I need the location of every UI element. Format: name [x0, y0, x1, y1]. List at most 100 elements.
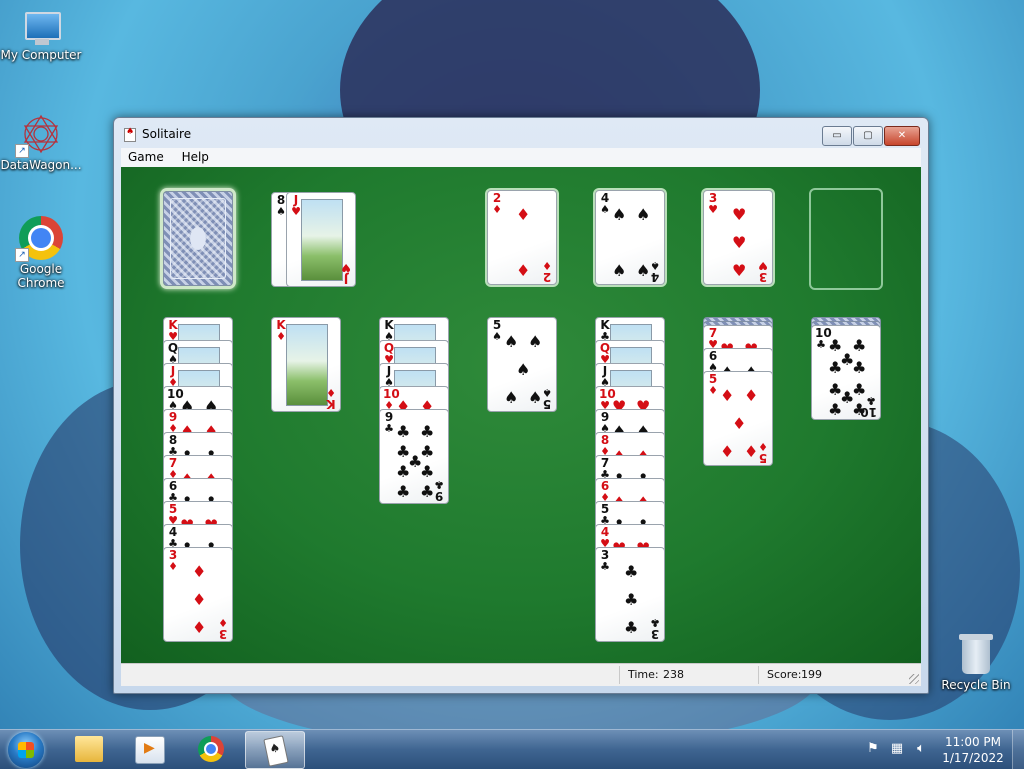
face-card-art: [301, 199, 343, 281]
chrome-icon: [198, 736, 224, 762]
clock[interactable]: 11:00 PM 1/17/2022: [940, 734, 1006, 766]
card-pip: ♠: [504, 388, 519, 407]
score-label: Score:: [767, 668, 802, 681]
time-label: Time:: [628, 668, 659, 681]
solitaire-app-icon: [124, 127, 136, 142]
desktop-icon-datawagon[interactable]: ↗ DataWagon...: [0, 112, 82, 172]
time-value: 238: [663, 668, 684, 681]
volume-icon[interactable]: 🔈︎: [914, 742, 928, 756]
tableau-card[interactable]: K ♦ K ♦: [271, 317, 341, 412]
clock-date: 1/17/2022: [942, 751, 1004, 765]
taskbar-solitaire[interactable]: [245, 731, 305, 769]
face-card-art: [286, 324, 328, 406]
card-pip: ♦: [744, 386, 759, 405]
card-index-bottom: 5 ♠: [542, 386, 552, 411]
foundation-card[interactable]: 2 ♦ ♦ ♦ 2 ♦: [487, 190, 557, 285]
card-pip: ♣: [396, 462, 411, 481]
card-index-bottom: 4 ♠: [650, 259, 660, 284]
tableau-card[interactable]: 9 ♣ ♣ ♣ ♣ ♣ ♣ ♣ ♣ ♣ ♣ 9 ♣: [379, 409, 449, 504]
card-index-bottom: 3 ♦: [218, 616, 228, 641]
card-index-bottom: K ♦: [326, 386, 336, 411]
card-pip: ♥: [732, 233, 747, 252]
card-index: 3 ♥: [707, 192, 719, 216]
desktop-icon-recycle-bin[interactable]: Recycle Bin: [935, 632, 1017, 692]
taskbar-media-player[interactable]: [120, 731, 178, 767]
solitaire-icon: [263, 735, 289, 767]
card-index: 5 ♦: [707, 373, 719, 397]
card-pip: ♣: [624, 590, 639, 609]
desktop-icon-my-computer[interactable]: My Computer: [0, 12, 82, 62]
computer-icon: [21, 12, 61, 46]
card-suit-icon: ♠: [492, 330, 502, 343]
tableau-card[interactable]: 3 ♣ ♣ ♣ ♣ 3 ♣: [595, 547, 665, 642]
game-board[interactable]: 8♠♠♠♠♠♠♠♠♠8♠J♥J♥2♦♦♦2♦4♠♠♠♠♠4♠3♥♥♥♥3♥K♥K…: [121, 167, 921, 663]
card-index-bottom: 5 ♦: [758, 440, 768, 465]
menu-game[interactable]: Game: [121, 148, 171, 164]
show-desktop-button[interactable]: [1012, 730, 1024, 769]
desktop-icon-google-chrome[interactable]: ↗ Google Chrome: [0, 216, 82, 290]
card-suit-icon: ♦: [708, 384, 718, 397]
foundation-card[interactable]: 3 ♥ ♥ ♥ ♥ 3 ♥: [703, 190, 773, 285]
taskbar: ⚑ ▦ 🔈︎ 11:00 PM 1/17/2022: [0, 729, 1024, 769]
card-pip: ♦: [516, 261, 531, 280]
card-pip: ♣: [624, 562, 639, 581]
card-index-bottom: 3 ♣: [650, 616, 660, 641]
card-pip: ♠: [612, 261, 627, 280]
card-pip: ♣: [420, 422, 435, 441]
card-index-bottom: 3 ♥: [758, 259, 768, 284]
waste-card[interactable]: J ♥ J ♥: [286, 192, 356, 287]
desktop-icon-label: Google Chrome: [17, 262, 65, 290]
card-pip: ♦: [192, 618, 207, 637]
title-bar[interactable]: Solitaire ▭ ▢ ✕: [114, 118, 928, 148]
card-index: 2 ♦: [491, 192, 503, 216]
taskbar-explorer[interactable]: [60, 731, 118, 767]
card-index: 10 ♣: [815, 327, 832, 351]
card-index: 5 ♠: [491, 319, 503, 343]
card-pip: ♥: [732, 205, 747, 224]
minimize-button[interactable]: ▭: [822, 126, 852, 146]
card-pip: ♠: [636, 205, 651, 224]
card-pip: ♦: [732, 414, 747, 433]
solitaire-window: Solitaire ▭ ▢ ✕ Game Help 8♠♠♠♠♠♠♠♠♠8♠J♥…: [113, 117, 929, 694]
taskbar-chrome[interactable]: [183, 731, 241, 767]
menu-help[interactable]: Help: [175, 148, 216, 164]
card-pip: ♣: [828, 400, 843, 419]
menu-bar: Game Help: [121, 148, 921, 167]
card-pip: ♠: [516, 360, 531, 379]
media-player-icon: [135, 736, 165, 764]
card-suit-icon: ♠: [600, 203, 610, 216]
card-pip: ♦: [192, 562, 207, 581]
card-pip: ♦: [192, 590, 207, 609]
status-bar: Time: 238 Score: 199: [121, 663, 921, 686]
tableau-card[interactable]: 5 ♦ ♦ ♦ ♦ ♦ ♦ 5 ♦: [703, 371, 773, 466]
desktop-icon-label: DataWagon...: [0, 158, 82, 172]
card-pip: ♣: [828, 358, 843, 377]
foundation-card[interactable]: 4 ♠ ♠ ♠ ♠ ♠ 4 ♠: [595, 190, 665, 285]
card-suit-icon: ♣: [384, 422, 394, 435]
window-title: Solitaire: [142, 127, 192, 141]
card-pip: ♠: [504, 332, 519, 351]
tableau-card[interactable]: 3 ♦ ♦ ♦ ♦ 3 ♦: [163, 547, 233, 642]
tableau-card[interactable]: 5 ♠ ♠ ♠ ♠ ♠ ♠ 5 ♠: [487, 317, 557, 412]
desktop-icon-label: My Computer: [0, 48, 82, 62]
card-index-bottom: J ♥: [341, 261, 351, 286]
score-value: 199: [801, 668, 822, 681]
card-suit-icon: ♣: [600, 560, 610, 573]
card-index: 3 ♣: [599, 549, 611, 573]
card-pip: ♠: [612, 205, 627, 224]
maximize-button[interactable]: ▢: [853, 126, 883, 146]
foundation-empty-slot[interactable]: [809, 188, 883, 290]
datawagon-icon: ↗: [15, 112, 63, 158]
resize-grip[interactable]: [909, 674, 919, 684]
close-button[interactable]: ✕: [884, 126, 920, 146]
card-pip: ♠: [528, 332, 543, 351]
start-button[interactable]: [8, 732, 44, 768]
tableau-card[interactable]: 10 ♣ ♣ ♣ ♣ ♣ ♣ ♣ ♣ ♣ ♣ ♣ 10 ♣: [811, 325, 881, 420]
network-icon[interactable]: ▦: [890, 742, 904, 756]
card-suit-icon: ♦: [168, 560, 178, 573]
flag-icon[interactable]: ⚑: [866, 742, 880, 756]
folder-icon: [75, 736, 103, 762]
stock-pile[interactable]: [163, 191, 233, 286]
card-index-bottom: 9 ♣: [434, 478, 444, 503]
clock-time: 11:00 PM: [945, 735, 1001, 749]
